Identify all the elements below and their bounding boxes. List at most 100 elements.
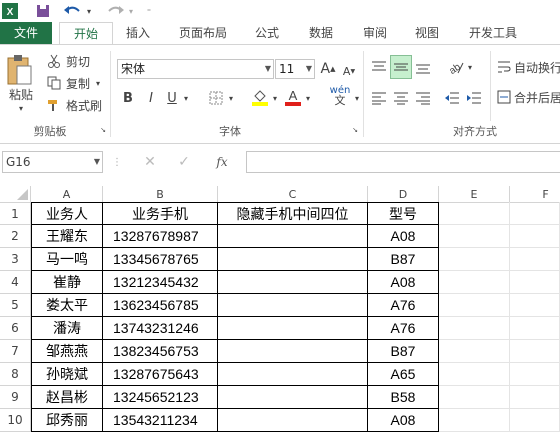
select-all-corner[interactable] [0,186,31,203]
copy-icon[interactable] [46,75,62,91]
tab-home[interactable]: 开始 [59,22,113,45]
copy-button[interactable]: 复制 [64,75,92,91]
table-cell[interactable] [218,409,368,432]
table-header-cell[interactable]: 型号 [368,202,439,225]
table-cell[interactable]: 潘涛 [31,317,103,340]
empty-cell[interactable] [439,340,510,363]
empty-cell[interactable] [510,294,560,317]
table-cell[interactable]: A08 [368,271,439,294]
worksheet-grid[interactable]: A B C D E F 1 2 3 4 5 6 7 8 9 10 业务人 业务手… [0,186,560,436]
row-header[interactable]: 3 [0,248,31,271]
paste-icon[interactable] [4,53,34,87]
tab-page-layout[interactable]: 页面布局 [168,22,238,44]
empty-cell[interactable] [510,271,560,294]
row-header[interactable]: 10 [0,409,31,432]
cut-button[interactable]: 剪切 [64,53,92,69]
empty-cell[interactable] [510,386,560,409]
save-icon[interactable] [34,2,52,20]
font-launcher-icon[interactable]: ↘ [350,125,360,135]
empty-cell[interactable] [439,409,510,432]
redo-dropdown-icon[interactable]: ▾ [126,2,136,20]
table-cell[interactable]: 邱秀丽 [31,409,103,432]
font-size-select[interactable]: 11 ▼ [275,59,315,79]
formula-input[interactable] [246,151,560,173]
increase-indent-icon[interactable] [464,89,484,107]
table-cell[interactable]: 13543211234 [103,409,218,432]
format-painter-icon[interactable] [46,97,62,113]
table-cell[interactable] [218,294,368,317]
column-header-f[interactable]: F [510,186,560,203]
row-header[interactable]: 2 [0,225,31,248]
empty-cell[interactable] [439,386,510,409]
table-cell[interactable]: 13245652123 [103,386,218,409]
wrap-text-icon[interactable] [496,57,512,77]
undo-icon[interactable] [62,2,84,20]
table-cell[interactable]: A08 [368,225,439,248]
tab-view[interactable]: 视图 [404,22,450,44]
table-cell[interactable]: 13287675643 [103,363,218,386]
merge-center-button[interactable]: 合并后居 [514,87,560,107]
table-cell[interactable]: 13212345432 [103,271,218,294]
column-header-b[interactable]: B [103,186,218,203]
format-painter-button[interactable]: 格式刷 [64,97,104,113]
italic-button[interactable]: I [143,89,159,107]
underline-dropdown-icon[interactable]: ▾ [181,89,191,107]
row-header[interactable]: 8 [0,363,31,386]
row-header[interactable]: 7 [0,340,31,363]
bold-button[interactable]: B [120,89,136,107]
row-header[interactable]: 9 [0,386,31,409]
column-header-e[interactable]: E [439,186,510,203]
table-header-cell[interactable]: 业务手机 [103,202,218,225]
undo-dropdown-icon[interactable]: ▾ [84,2,94,20]
paste-button[interactable]: 粘贴 [4,87,38,102]
table-cell[interactable] [218,363,368,386]
cancel-icon[interactable]: ✕ [138,153,162,171]
table-cell[interactable] [218,225,368,248]
table-cell[interactable]: 王耀东 [31,225,103,248]
table-cell[interactable] [218,271,368,294]
cut-icon[interactable] [46,53,62,69]
table-cell[interactable]: A76 [368,294,439,317]
table-cell[interactable] [218,317,368,340]
align-left-icon[interactable] [369,89,389,107]
table-cell[interactable]: 赵昌彬 [31,386,103,409]
empty-cell[interactable] [439,363,510,386]
table-cell[interactable]: B87 [368,248,439,271]
table-cell[interactable]: B58 [368,386,439,409]
align-middle-icon[interactable] [390,55,412,79]
table-cell[interactable] [218,248,368,271]
insert-function-icon[interactable]: fx [210,153,234,171]
paste-dropdown-icon[interactable]: ▾ [11,103,31,113]
empty-cell[interactable] [510,340,560,363]
clipboard-launcher-icon[interactable]: ↘ [98,125,108,135]
empty-cell[interactable] [510,248,560,271]
tab-file[interactable]: 文件 [0,22,52,44]
table-cell[interactable]: A08 [368,409,439,432]
tab-developer[interactable]: 开发工具 [458,22,528,44]
column-header-a[interactable]: A [31,186,103,203]
table-cell[interactable]: A76 [368,317,439,340]
table-header-cell[interactable]: 业务人 [31,202,103,225]
align-center-icon[interactable] [391,89,411,107]
empty-cell[interactable] [510,363,560,386]
row-header[interactable]: 4 [0,271,31,294]
row-header[interactable]: 6 [0,317,31,340]
align-right-icon[interactable] [413,89,433,107]
table-cell[interactable]: 崔静 [31,271,103,294]
empty-cell[interactable] [439,294,510,317]
tab-data[interactable]: 数据 [298,22,344,44]
table-cell[interactable]: B87 [368,340,439,363]
table-cell[interactable]: 娄太平 [31,294,103,317]
fill-color-icon[interactable] [250,87,270,107]
table-cell[interactable]: 邹燕燕 [31,340,103,363]
grow-font-icon[interactable]: A ▲ [319,59,337,79]
table-cell[interactable]: 孙晓斌 [31,363,103,386]
borders-icon[interactable] [207,89,225,107]
empty-cell[interactable] [510,225,560,248]
row-header[interactable]: 1 [0,203,31,225]
enter-icon[interactable]: ✓ [172,153,196,171]
column-header-d[interactable]: D [368,186,439,203]
empty-cell[interactable] [510,202,560,225]
font-name-select[interactable]: 宋体 ▼ [117,59,274,79]
table-cell[interactable]: A65 [368,363,439,386]
